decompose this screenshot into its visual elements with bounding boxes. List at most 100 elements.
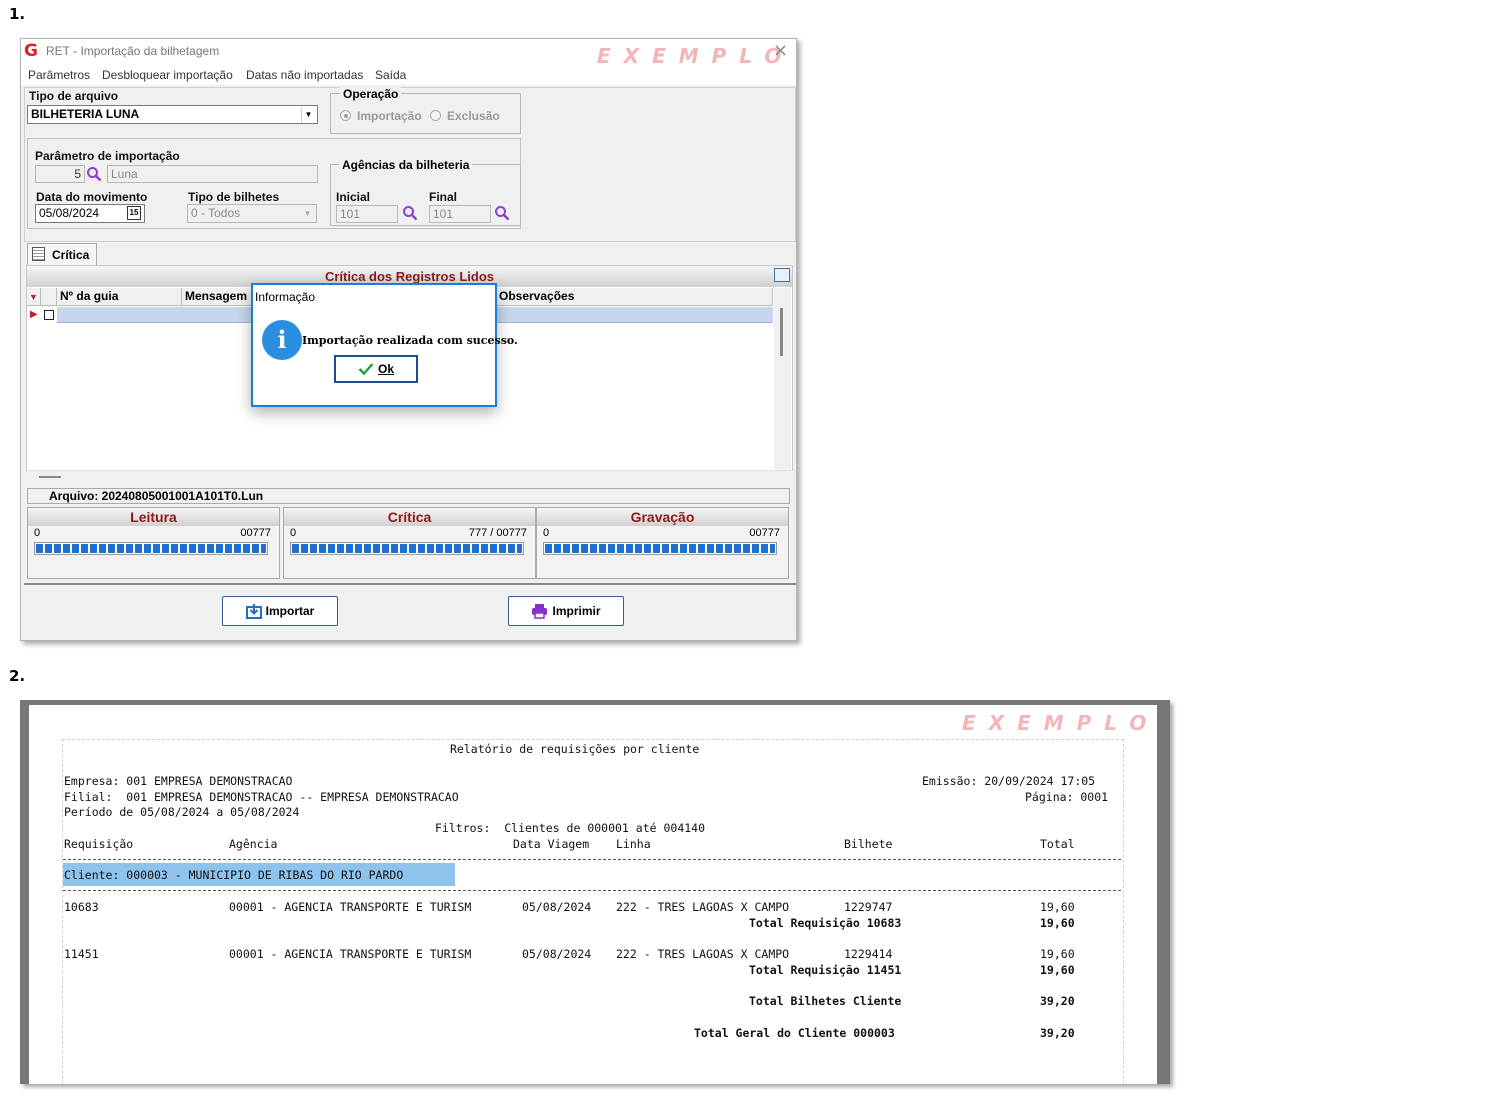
- leitura-progress-panel: Leitura 0 00777: [27, 507, 280, 579]
- row1-requisicao: 10683: [64, 900, 99, 914]
- leitura-progress-fill: [36, 544, 266, 553]
- parametro-name-field: Luna: [107, 165, 318, 183]
- sort-down-icon: ▼: [29, 292, 38, 302]
- tipo-arquivo-label: Tipo de arquivo: [29, 89, 119, 103]
- critica-title: Crítica: [284, 508, 535, 526]
- report-periodo: Período de 05/08/2024 a 05/08/2024: [64, 805, 300, 819]
- step-2-label: 2.: [9, 667, 26, 685]
- inicial-field[interactable]: 101: [336, 205, 398, 223]
- row-pointer-icon: ▶: [30, 309, 38, 320]
- printer-icon: [532, 604, 548, 619]
- row1-bilhete: 1229747: [844, 900, 893, 914]
- search-icon[interactable]: [86, 166, 102, 182]
- grid-row-indicator-header[interactable]: ▼: [27, 288, 41, 306]
- menu-datas-nao-importadas[interactable]: Datas não importadas: [246, 68, 363, 82]
- menu-desbloquear[interactable]: Desbloquear importação: [102, 68, 233, 82]
- grid-options-icon[interactable]: [774, 268, 790, 282]
- gravacao-progress-fill: [545, 544, 775, 553]
- tipo-bilhetes-value: 0 - Todos: [191, 206, 241, 220]
- imprimir-label: Imprimir: [552, 604, 601, 618]
- tab-critica-label: Crítica: [52, 248, 90, 262]
- inicial-label: Inicial: [336, 190, 371, 204]
- report-title: Relatório de requisições por cliente: [450, 742, 700, 756]
- report-emissao: Emissão: 20/09/2024 17:05: [922, 774, 1096, 788]
- menu-parametros[interactable]: Parâmetros: [28, 68, 90, 82]
- header-agencia: Agência: [229, 837, 278, 851]
- divider: [63, 890, 1121, 891]
- tipo-arquivo-value: BILHETERIA LUNA: [31, 107, 140, 121]
- header-linha: Linha: [616, 837, 651, 851]
- report-pagina: Página: 0001: [1025, 790, 1109, 804]
- gravacao-count: 00777: [749, 527, 780, 539]
- tab-critica[interactable]: Crítica: [27, 243, 97, 265]
- radio-importacao[interactable]: [340, 110, 351, 121]
- report-filial: Filial: 001 EMPRESA DEMONSTRACAO -- EMPR…: [64, 790, 459, 804]
- tipo-arquivo-select[interactable]: BILHETERIA LUNA ▼: [27, 105, 318, 124]
- scroll-grip[interactable]: [39, 476, 61, 478]
- critica-progress-fill: [292, 544, 522, 553]
- horizontal-scrollbar[interactable]: [27, 470, 792, 471]
- row2-total-valor: 19,60: [1040, 963, 1075, 977]
- row2-requisicao: 11451: [64, 947, 99, 961]
- row1-total-label: Total Requisição 10683: [749, 916, 902, 930]
- importar-button[interactable]: Importar: [222, 596, 338, 626]
- header-bilhete: Bilhete: [844, 837, 893, 851]
- leitura-min: 0: [34, 527, 41, 539]
- row2-agencia: 00001 - AGENCIA TRANSPORTE E TURISM: [229, 947, 472, 961]
- import-icon: [245, 604, 262, 619]
- final-label: Final: [429, 190, 458, 204]
- scroll-thumb[interactable]: [780, 308, 783, 356]
- close-icon[interactable]: ×: [773, 40, 788, 61]
- search-icon[interactable]: [402, 205, 418, 221]
- tipo-bilhetes-label: Tipo de bilhetes: [188, 190, 280, 204]
- data-movimento-value: 05/08/2024: [39, 206, 100, 220]
- report-preview-frame: EXEMPLO Relatório de requisições por cli…: [20, 700, 1170, 1084]
- report-cliente: Cliente: 000003 - MUNICIPIO DE RIBAS DO …: [64, 868, 404, 882]
- app-logo-icon: G: [24, 41, 38, 61]
- bottom-divider: [24, 583, 796, 585]
- leitura-count: 00777: [240, 527, 271, 539]
- vertical-scrollbar[interactable]: [774, 288, 791, 470]
- window-title: RET - Importação da bilhetagem: [46, 44, 220, 58]
- critica-progress-panel: Crítica 0 777 / 00777: [283, 507, 536, 579]
- final-field[interactable]: 101: [429, 205, 491, 223]
- parametro-label: Parâmetro de importação: [35, 149, 180, 163]
- calendar-icon[interactable]: 15: [127, 206, 141, 220]
- menu-bar: Parâmetros Desbloquear importação Datas …: [21, 64, 796, 85]
- checkmark-icon: [358, 363, 374, 376]
- data-movimento-field[interactable]: 05/08/2024 15: [35, 204, 145, 223]
- row1-valor: 19,60: [1040, 900, 1075, 914]
- total-bilhetes-label: Total Bilhetes Cliente: [749, 994, 902, 1008]
- imprimir-button[interactable]: Imprimir: [508, 596, 624, 626]
- gravacao-progress-bar: [543, 542, 777, 555]
- critica-min: 0: [290, 527, 297, 539]
- total-bilhetes-valor: 39,20: [1040, 994, 1075, 1008]
- parametro-code-field[interactable]: 5: [35, 165, 85, 183]
- col-observacoes[interactable]: Observações: [496, 288, 773, 306]
- radio-exclusao[interactable]: [430, 110, 441, 121]
- divider: [63, 859, 1121, 860]
- header-total: Total: [1040, 837, 1075, 851]
- row1-agencia: 00001 - AGENCIA TRANSPORTE E TURISM: [229, 900, 472, 914]
- chevron-down-icon[interactable]: ▼: [301, 107, 315, 122]
- info-dialog: Informação i Importação realizada com su…: [251, 283, 518, 407]
- critica-progress-bar: [290, 542, 524, 555]
- row1-data: 05/08/2024: [522, 900, 592, 914]
- tipo-bilhetes-select[interactable]: 0 - Todos ▼: [187, 204, 317, 223]
- report-empresa: Empresa: 001 EMPRESA DEMONSTRACAO: [64, 774, 293, 788]
- search-icon[interactable]: [494, 205, 510, 221]
- ok-button[interactable]: Ok: [334, 355, 418, 383]
- chevron-down-icon[interactable]: ▼: [301, 206, 314, 221]
- total-geral-valor: 39,20: [1040, 1026, 1075, 1040]
- critica-count: 777 / 00777: [468, 527, 527, 539]
- dialog-title: Informação: [255, 290, 316, 304]
- leitura-progress-bar: [34, 542, 268, 555]
- gravacao-title: Gravação: [537, 508, 788, 526]
- report-page: EXEMPLO Relatório de requisições por cli…: [29, 705, 1157, 1084]
- row2-linha: 222 - TRES LAGOAS X CAMPO: [616, 947, 790, 961]
- col-numero-guia[interactable]: Nº da guia: [57, 288, 182, 306]
- grid-checkbox-header: [41, 288, 57, 306]
- ok-label: Ok: [377, 362, 394, 376]
- row-checkbox[interactable]: [44, 310, 54, 320]
- menu-saida[interactable]: Saída: [375, 68, 406, 82]
